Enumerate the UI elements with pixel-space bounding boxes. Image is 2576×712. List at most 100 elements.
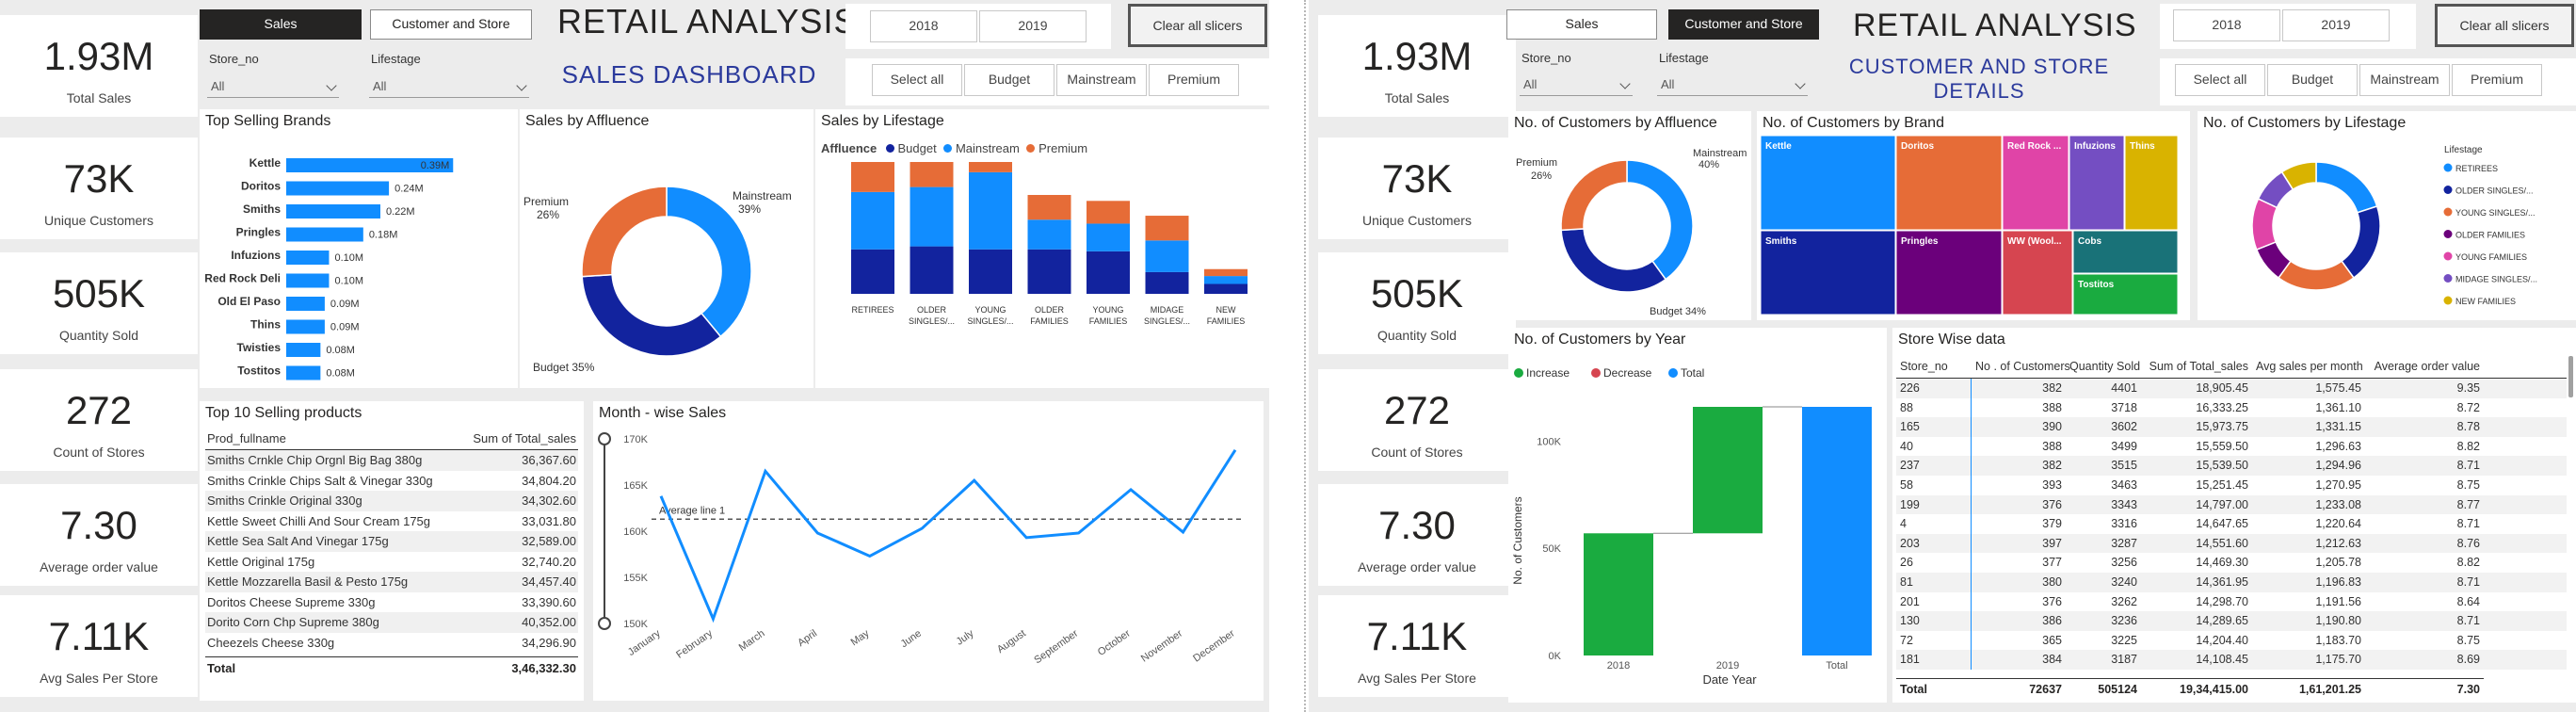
- stacked-bar-segment: [1087, 251, 1130, 294]
- table-row[interactable]: Kettle Sea Salt And Vinegar 175g 32,589.0…: [205, 531, 578, 552]
- premium-button[interactable]: Premium: [1149, 64, 1239, 96]
- total-cell: 72637: [2029, 683, 2062, 696]
- premium-button[interactable]: Premium: [2452, 64, 2542, 96]
- brand-value-label: 0.08M: [326, 345, 355, 356]
- top-products-card: Top 10 Selling products Prod_fullname Sum…: [200, 401, 584, 701]
- table-scrollbar[interactable]: [2568, 356, 2573, 397]
- tab-sales[interactable]: Sales: [1506, 9, 1657, 40]
- table-row[interactable]: 203 397 3287 14,551.60 1,212.63 8.76: [1896, 533, 2567, 554]
- monthly-sales-line: [659, 448, 1237, 623]
- table-cell: 1,196.83: [2315, 574, 2361, 589]
- y-tick-label: 170K: [623, 434, 648, 445]
- y-tick-label: 165K: [623, 480, 648, 492]
- stacked-bar-segment: [1145, 216, 1189, 241]
- brand-value-label: 0.10M: [334, 252, 363, 264]
- header-total-sales[interactable]: Sum of Total_sales: [444, 431, 576, 445]
- column-header[interactable]: Sum of Total_sales: [2141, 354, 2252, 378]
- select-all-button[interactable]: Select all: [2175, 64, 2265, 96]
- table-row[interactable]: Kettle Sweet Chilli And Sour Cream 175g 3…: [205, 510, 578, 531]
- x-axis-title: Date Year: [1702, 672, 1757, 687]
- table-row[interactable]: 165 390 3602 15,973.75 1,331.15 8.78: [1896, 417, 2567, 437]
- table-row[interactable]: Smiths Crnkle Chip Orgnl Big Bag 380g 36,…: [205, 450, 578, 471]
- category-label: SINGLES/...: [1144, 316, 1190, 326]
- chevron-down-icon: [516, 80, 527, 91]
- category-label: FAMILIES: [1207, 316, 1246, 326]
- table-row[interactable]: Kettle Original 175g 32,740.20: [205, 551, 578, 572]
- clear-slicers-button[interactable]: Clear all slicers: [2435, 4, 2574, 47]
- table-row[interactable]: Smiths Crinkle Original 330g 34,302.60: [205, 491, 578, 511]
- select-all-button[interactable]: Select all: [872, 64, 962, 96]
- table-cell: 18,905.45: [2196, 381, 2248, 395]
- table-cell: 390: [2042, 420, 2062, 434]
- table-row[interactable]: 26 377 3256 14,469.30 1,205.78 8.82: [1896, 553, 2567, 573]
- brand-bar: [286, 273, 330, 288]
- column-header[interactable]: Quantity Sold: [2066, 354, 2141, 378]
- table-row[interactable]: 81 380 3240 14,361.95 1,196.83 8.71: [1896, 572, 2567, 592]
- table-cell: 130: [1896, 611, 1972, 631]
- customers-lifestage-donut: Lifestage RETIREES OLDER SINGLES/... YOUNG …: [2251, 145, 2537, 306]
- table-cell: 8.82: [2456, 556, 2480, 570]
- table-row[interactable]: 226 382 4401 18,905.45 1,575.45 9.35: [1896, 379, 2567, 398]
- column-header[interactable]: Average order value: [2365, 354, 2484, 378]
- mainstream-button[interactable]: Mainstream: [1056, 64, 1147, 96]
- mainstream-button[interactable]: Mainstream: [2359, 64, 2450, 96]
- tab-sales[interactable]: Sales: [200, 9, 362, 40]
- table-header[interactable]: Store_no No . of Customers Quantity Sold Su…: [1896, 354, 2567, 379]
- lifestage-filter-label: Lifestage: [1659, 51, 1709, 65]
- store-filter-dropdown[interactable]: All: [207, 77, 339, 98]
- table-row[interactable]: 72 365 3225 14,204.40 1,183.70 8.75: [1896, 630, 2567, 651]
- table-row[interactable]: 201 376 3262 14,298.70 1,191.56 8.64: [1896, 591, 2567, 612]
- table-row[interactable]: 130 386 3236 14,289.65 1,190.80 8.71: [1896, 611, 2567, 631]
- year-2019-button[interactable]: 2019: [2282, 9, 2390, 41]
- slice-label-budget: Budget 35%: [533, 361, 595, 374]
- table-row[interactable]: Smiths Crinkle Chips Salt & Vinegar 330g…: [205, 470, 578, 491]
- table-cell: 237: [1896, 456, 1972, 476]
- table-row[interactable]: 58 393 3463 15,251.45 1,270.95 8.75: [1896, 475, 2567, 495]
- store-filter-dropdown[interactable]: All: [1520, 75, 1633, 96]
- column-header[interactable]: Avg sales per month: [2252, 354, 2365, 378]
- kpi-value: 73K: [63, 156, 135, 201]
- lifestage-filter-dropdown[interactable]: All: [369, 77, 529, 98]
- table-row[interactable]: 4 379 3316 14,647.65 1,220.64 8.71: [1896, 514, 2567, 534]
- table-row[interactable]: Doritos Cheese Supreme 330g 33,390.60: [205, 591, 578, 612]
- table-row[interactable]: 40 388 3499 15,559.50 1,296.63 8.82: [1896, 436, 2567, 457]
- tab-customer-and-store[interactable]: Customer and Store: [370, 9, 532, 40]
- table-cell: 88: [1896, 397, 1972, 418]
- year-2018-button[interactable]: 2018: [2173, 9, 2280, 41]
- lifestage-filter-value: All: [1661, 77, 1675, 91]
- month-label: January: [626, 627, 663, 658]
- column-header[interactable]: No . of Customers: [1972, 354, 2070, 378]
- budget-button[interactable]: Budget: [964, 64, 1055, 96]
- tab-customer-and-store[interactable]: Customer and Store: [1668, 9, 1819, 40]
- year-2019-button[interactable]: 2019: [979, 10, 1087, 42]
- budget-button[interactable]: Budget: [2267, 64, 2358, 96]
- table-row[interactable]: 88 388 3718 16,333.25 1,361.10 8.72: [1896, 397, 2567, 418]
- table-cell: 8.71: [2456, 459, 2480, 473]
- table-row[interactable]: Kettle Mozzarella Basil & Pesto 175g 34,4…: [205, 572, 578, 592]
- customers-year-title: No. of Customers by Year: [1514, 332, 1686, 348]
- treemap-label: Infuzions: [2074, 141, 2116, 152]
- table-row[interactable]: 237 382 3515 15,539.50 1,294.96 8.71: [1896, 456, 2567, 476]
- table-cell: 1,191.56: [2315, 594, 2361, 608]
- top-brands-chart: Kettle 0.39M Doritos 0.24M Smiths 0.22M Pringl…: [204, 156, 454, 380]
- kpi-label: Count of Stores: [1371, 445, 1463, 460]
- brand-value-label: 0.18M: [369, 230, 398, 241]
- year-2018-button[interactable]: 2018: [870, 10, 977, 42]
- kpi-avg-sales-store: 7.11K Avg Sales Per Store: [1318, 595, 1516, 697]
- store-data-table[interactable]: Store_no No . of Customers Quantity Sold Su…: [1896, 354, 2567, 699]
- treemap-label: Cobs: [2078, 236, 2101, 247]
- column-header[interactable]: Store_no: [1896, 354, 1972, 378]
- lifestage-filter-dropdown[interactable]: All: [1657, 75, 1808, 96]
- table-header[interactable]: Prod_fullname Sum of Total_sales: [205, 429, 578, 450]
- clear-slicers-button[interactable]: Clear all slicers: [1128, 4, 1267, 47]
- table-cell: 386: [2042, 614, 2062, 628]
- table-row[interactable]: 199 376 3343 14,797.00 1,233.08 8.77: [1896, 494, 2567, 515]
- header-prod-fullname[interactable]: Prod_fullname: [207, 431, 444, 445]
- table-row[interactable]: 181 384 3187 14,108.45 1,175.70 8.69: [1896, 650, 2567, 670]
- customers-lifestage-title: No. of Customers by Lifestage: [2203, 115, 2407, 131]
- table-row[interactable]: Cheezels Cheese 330g 34,296.90: [205, 632, 578, 653]
- table-cell: 3287: [2111, 536, 2137, 550]
- table-row[interactable]: Dorito Corn Chp Supreme 380g 40,352.00: [205, 612, 578, 633]
- customers-brand-card: No. of Customers by Brand Kettle Doritos R…: [1757, 111, 2190, 320]
- table-cell: 3236: [2111, 614, 2137, 628]
